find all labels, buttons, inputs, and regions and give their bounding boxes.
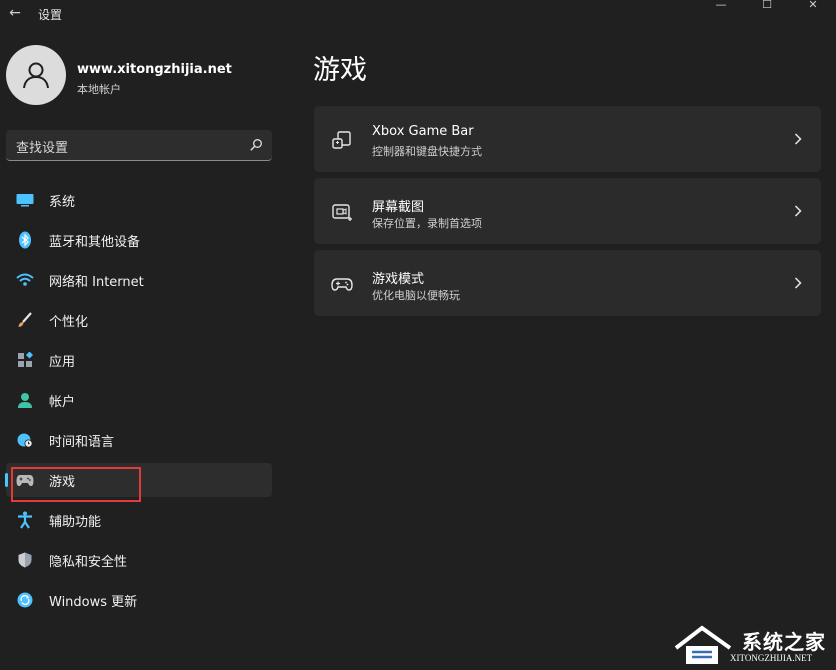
- sidebar-item-label: 系统: [49, 194, 76, 210]
- monitor-icon: [16, 191, 34, 209]
- sidebar-item-label: 应用: [49, 354, 76, 370]
- sidebar-item-label: 蓝牙和其他设备: [49, 234, 141, 250]
- card-title: 游戏模式: [372, 272, 425, 287]
- sidebar-item-network[interactable]: 网络和 Internet: [6, 263, 272, 297]
- close-icon: ✕: [808, 0, 818, 11]
- avatar: [6, 45, 66, 105]
- settings-cards: Xbox Game Bar 控制器和键盘快捷方式 屏幕截图 保存位置，录制首选项…: [314, 106, 821, 322]
- game-mode-icon: [331, 278, 353, 291]
- sidebar-item-label: 帐户: [49, 394, 76, 410]
- maximize-icon: ☐: [762, 0, 772, 11]
- sidebar-nav: 系统 蓝牙和其他设备 网络和 Internet 个性化 应用 帐户 时间和语言 …: [5, 183, 272, 623]
- chevron-right-icon: [794, 277, 802, 289]
- sidebar-item-time-language[interactable]: 时间和语言: [6, 423, 272, 457]
- maximize-button[interactable]: ☐: [744, 0, 790, 14]
- window-controls: — ☐ ✕: [698, 0, 836, 14]
- active-indicator: [5, 473, 8, 487]
- watermark-logo: 系统之家 XITONGZHIJIA.NET: [672, 622, 832, 668]
- bluetooth-icon: [16, 231, 34, 249]
- profile-name: www.xitongzhijia.net: [77, 62, 232, 77]
- apps-icon: [16, 351, 34, 369]
- title-bar: ← 设置 — ☐ ✕: [0, 0, 836, 28]
- annotation-highlight-box: [11, 467, 141, 502]
- chevron-right-icon: [794, 205, 802, 217]
- card-subtitle: 保存位置，录制首选项: [372, 217, 482, 230]
- sidebar-item-apps[interactable]: 应用: [6, 343, 272, 377]
- app-title: 设置: [38, 8, 63, 22]
- sidebar-item-windows-update[interactable]: Windows 更新: [6, 583, 272, 617]
- chevron-right-icon: [794, 133, 802, 145]
- sidebar-item-label: 隐私和安全性: [49, 554, 128, 570]
- sidebar-item-personalization[interactable]: 个性化: [6, 303, 272, 337]
- sidebar-item-label: 网络和 Internet: [49, 274, 144, 290]
- back-arrow-icon: ←: [9, 5, 21, 21]
- sidebar-item-label: Windows 更新: [49, 594, 138, 610]
- card-subtitle: 优化电脑以便畅玩: [372, 289, 460, 302]
- card-xbox-game-bar[interactable]: Xbox Game Bar 控制器和键盘快捷方式: [314, 106, 821, 172]
- game-bar-icon: [332, 131, 351, 149]
- minimize-icon: —: [715, 0, 727, 11]
- card-title: Xbox Game Bar: [372, 124, 474, 139]
- person-avatar-icon: [23, 62, 49, 89]
- search-input[interactable]: 查找设置: [6, 130, 272, 161]
- sidebar-item-label: 辅助功能: [49, 514, 102, 530]
- person-icon: [16, 391, 34, 409]
- close-button[interactable]: ✕: [790, 0, 836, 14]
- user-profile[interactable]: www.xitongzhijia.net 本地帐户: [6, 45, 276, 109]
- watermark-text: 系统之家: [742, 630, 826, 654]
- search-icon[interactable]: [249, 138, 263, 152]
- card-subtitle: 控制器和键盘快捷方式: [372, 145, 482, 158]
- shield-icon: [16, 551, 34, 569]
- sidebar-item-system[interactable]: 系统: [6, 183, 272, 217]
- sidebar-item-accounts[interactable]: 帐户: [6, 383, 272, 417]
- brush-icon: [16, 311, 34, 329]
- card-captures[interactable]: 屏幕截图 保存位置，录制首选项: [314, 178, 821, 244]
- card-game-mode[interactable]: 游戏模式 优化电脑以便畅玩: [314, 250, 821, 316]
- page-title: 游戏: [313, 55, 367, 86]
- update-icon: [16, 591, 34, 609]
- accessibility-icon: [16, 511, 34, 529]
- back-button[interactable]: ←: [6, 4, 24, 22]
- profile-account-type: 本地帐户: [77, 83, 121, 96]
- capture-icon: [332, 204, 352, 221]
- house-logo-icon: [674, 625, 732, 664]
- sidebar-item-accessibility[interactable]: 辅助功能: [6, 503, 272, 537]
- minimize-button[interactable]: —: [698, 0, 744, 14]
- sidebar-item-label: 个性化: [49, 314, 89, 330]
- globe-clock-icon: [16, 431, 34, 449]
- sidebar-item-privacy[interactable]: 隐私和安全性: [6, 543, 272, 577]
- sidebar-item-label: 时间和语言: [49, 434, 115, 450]
- card-title: 屏幕截图: [372, 200, 425, 215]
- wifi-icon: [16, 271, 34, 289]
- sidebar-item-bluetooth[interactable]: 蓝牙和其他设备: [6, 223, 272, 257]
- search-placeholder: 查找设置: [16, 141, 69, 156]
- watermark-url: XITONGZHIJIA.NET: [730, 653, 813, 663]
